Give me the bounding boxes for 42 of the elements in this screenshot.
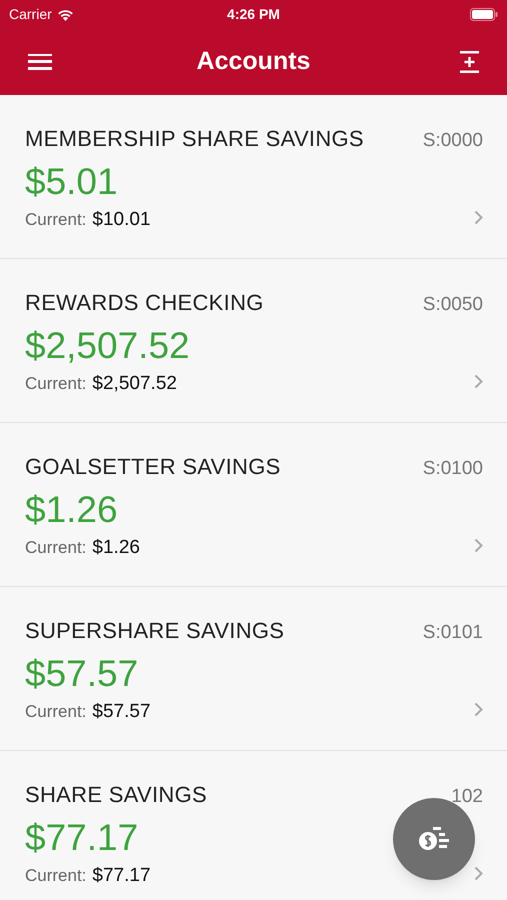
current-balance: $10.01 <box>92 208 151 232</box>
chevron-right-icon <box>474 866 483 881</box>
account-number: S:0100 <box>422 457 483 481</box>
account-row[interactable]: GOALSETTER SAVINGS S:0100 $1.26 Current: $1.26 <box>0 423 507 587</box>
account-number: S:0050 <box>422 293 483 317</box>
current-balance: $2,507.52 <box>92 372 177 396</box>
wifi-icon <box>56 8 74 20</box>
available-balance: $57.57 <box>25 652 138 694</box>
chevron-right-icon <box>474 702 483 717</box>
chevron-right-icon <box>474 374 483 389</box>
account-name: GOALSETTER SAVINGS <box>25 453 281 481</box>
current-label: Current: <box>25 700 86 722</box>
coins-icon <box>418 826 450 852</box>
account-number: S:0101 <box>422 621 483 645</box>
current-label: Current: <box>25 536 86 558</box>
carrier-name: Carrier <box>9 4 52 24</box>
current-label: Current: <box>25 864 86 886</box>
battery-icon <box>470 8 498 20</box>
current-label: Current: <box>25 208 86 230</box>
current-label: Current: <box>25 372 86 394</box>
current-balance: $1.26 <box>92 536 140 560</box>
chevron-right-icon <box>474 538 483 553</box>
expand-collapse-icon[interactable] <box>460 50 479 72</box>
account-row[interactable]: MEMBERSHIP SHARE SAVINGS S:0000 $5.01 Current: $10.01 <box>0 95 507 259</box>
account-number: S:0000 <box>422 129 483 153</box>
screen-title: Accounts <box>196 46 310 77</box>
available-balance: $1.26 <box>25 488 118 530</box>
current-balance: $77.17 <box>92 864 151 888</box>
status-time: 4:26 PM <box>227 4 280 24</box>
current-balance: $57.57 <box>92 700 151 724</box>
account-row[interactable]: SUPERSHARE SAVINGS S:0101 $57.57 Current: $57.57 <box>0 587 507 751</box>
account-number: 102 <box>451 785 483 809</box>
available-balance: $5.01 <box>25 160 118 202</box>
account-name: REWARDS CHECKING <box>25 289 264 317</box>
chevron-right-icon <box>474 210 483 225</box>
account-name: MEMBERSHIP SHARE SAVINGS <box>25 125 364 153</box>
menu-icon[interactable] <box>28 52 52 70</box>
account-row[interactable]: REWARDS CHECKING S:0050 $2,507.52 Current: $2,507.52 <box>0 259 507 423</box>
available-balance: $2,507.52 <box>25 324 190 366</box>
available-balance: $77.17 <box>25 816 138 858</box>
account-name: SUPERSHARE SAVINGS <box>25 617 284 645</box>
account-name: SHARE SAVINGS <box>25 781 207 809</box>
